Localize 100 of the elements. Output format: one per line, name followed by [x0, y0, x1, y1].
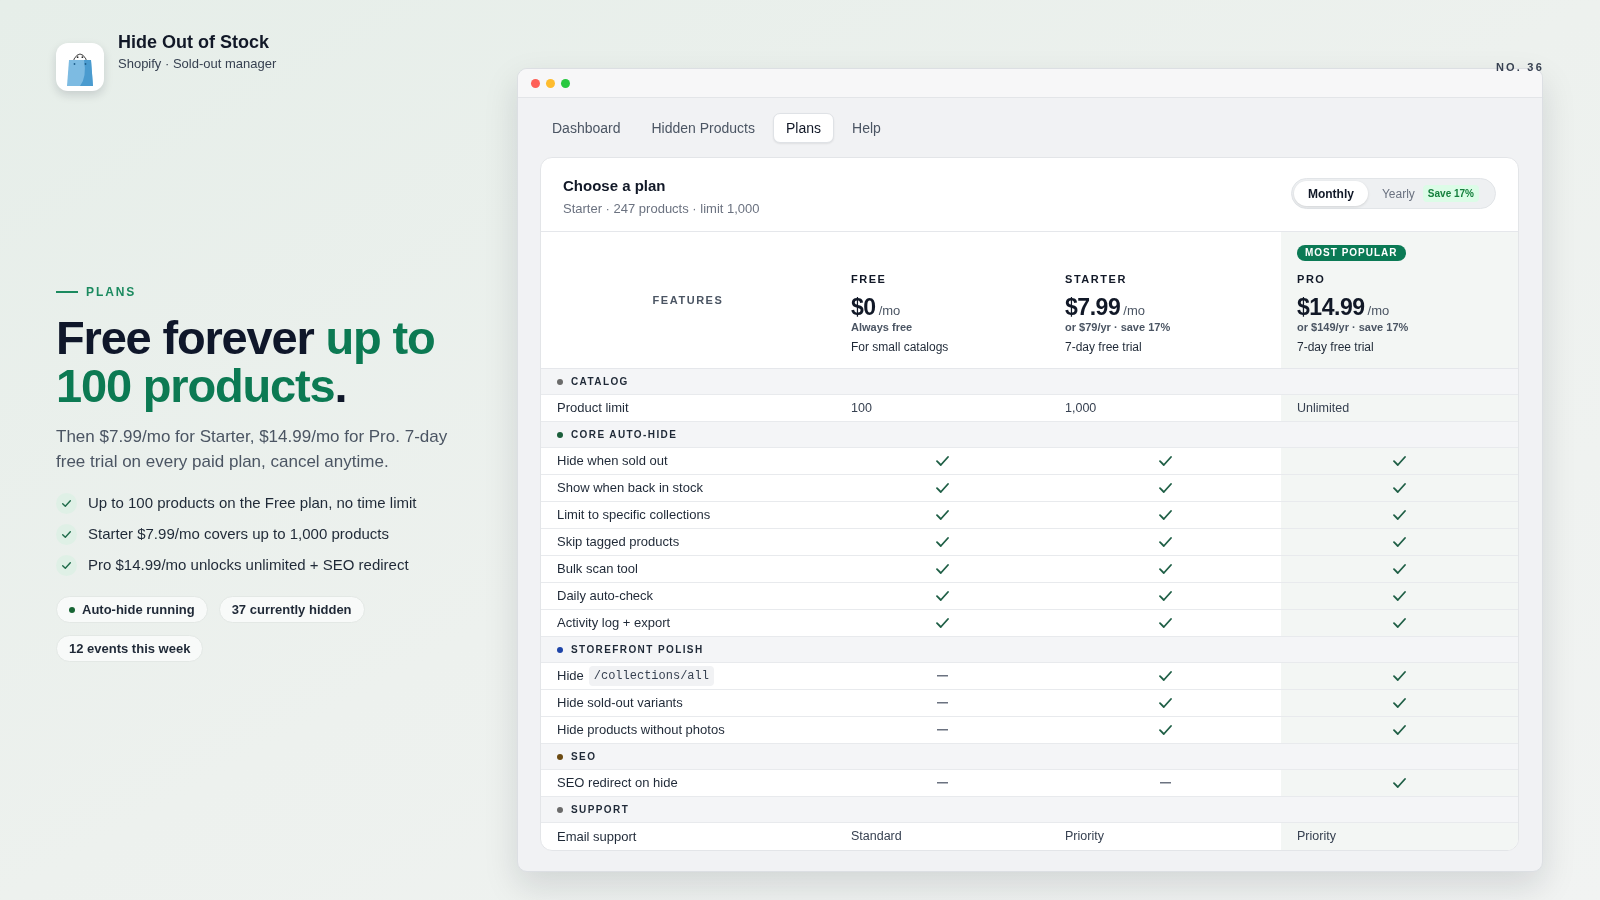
check-icon: [1158, 671, 1172, 681]
tag-text: 12 events this week: [69, 639, 191, 658]
check-icon: [56, 523, 77, 545]
section-heading: STOREFRONT POLISH: [571, 643, 704, 657]
nav-tab[interactable]: Help: [839, 113, 894, 143]
tag-text: 37 currently hidden: [231, 600, 352, 619]
code-snippet: /collections/all: [588, 666, 714, 686]
app-subtitle: Shopify · Sold-out manager: [118, 55, 277, 73]
check-icon: [1393, 537, 1406, 547]
card-subtitle: Starter · 247 products · limit 1,000: [563, 200, 760, 218]
plan-value: Priority: [1065, 828, 1104, 846]
check-icon: [1158, 725, 1172, 735]
dash-icon: [936, 782, 948, 784]
feature-label: Hide products without photos: [557, 721, 725, 740]
check-icon: [1158, 456, 1172, 466]
feature-label: Activity log + export: [557, 614, 671, 633]
check-icon: [1393, 456, 1406, 466]
check-icon: [935, 456, 949, 466]
check-icon: [1158, 483, 1172, 493]
plan-value: Standard: [851, 828, 902, 846]
feature-label: Product limit: [557, 399, 629, 418]
check-icon: [56, 554, 77, 576]
plan-name: PRO: [1297, 272, 1327, 287]
feature-label: Email support: [557, 827, 637, 846]
plan-name: FREE: [851, 272, 888, 287]
bullet-text: Starter $7.99/mo covers up to 1,000 products: [88, 524, 389, 544]
check-icon: [1393, 698, 1406, 708]
save-badge: Save 17%: [1422, 185, 1479, 202]
check-icon: [1158, 510, 1172, 520]
plan-value: 1,000: [1065, 399, 1097, 417]
plan-price: $7.99: [1065, 294, 1121, 320]
nav-tab[interactable]: Hidden Products: [638, 113, 768, 143]
check-icon: [1158, 698, 1172, 708]
plan-value: Priority: [1297, 828, 1336, 846]
billing-option[interactable]: Monthly: [1293, 181, 1368, 206]
feature-label: Hide: [557, 667, 584, 686]
check-icon: [1393, 483, 1406, 493]
bullet-text: Up to 100 products on the Free plan, no time limit: [88, 493, 417, 513]
dash-icon: [936, 729, 948, 731]
check-icon: [1158, 618, 1172, 628]
section-heading: SEO: [571, 750, 597, 764]
plan-price: $14.99: [1297, 294, 1365, 320]
check-icon: [1393, 671, 1406, 681]
plan-note: Always free: [851, 320, 914, 334]
eyebrow-label: PLANS: [86, 284, 137, 300]
features-heading: FEATURES: [652, 292, 724, 308]
feature-label: Daily auto-check: [557, 587, 654, 606]
feature-label: SEO redirect on hide: [557, 774, 678, 793]
section-heading: CATALOG: [571, 375, 629, 389]
plan-tagline: 7-day free trial: [1065, 339, 1143, 355]
plan-tagline: For small catalogs: [851, 339, 950, 355]
feature-label: Skip tagged products: [557, 533, 680, 552]
billing-option[interactable]: Yearly Save 17%: [1367, 181, 1493, 206]
feature-label: Show when back in stock: [557, 479, 703, 498]
plan-price: $0: [851, 294, 876, 320]
feature-label: Bulk scan tool: [557, 560, 638, 579]
check-icon: [1393, 591, 1406, 601]
plan-note: or $149/yr · save 17%: [1297, 320, 1410, 334]
app-title: Hide Out of Stock: [118, 31, 270, 53]
section-heading: SUPPORT: [571, 803, 630, 817]
check-icon: [935, 510, 949, 520]
feature-label: Hide sold-out variants: [557, 694, 683, 713]
check-icon: [1158, 591, 1172, 601]
price-period: /mo: [1367, 302, 1390, 320]
description: Then $7.99/mo for Starter, $14.99/mo for Pro. 7-day free trial on every paid plan, cancel anytime.: [56, 426, 449, 473]
popular-badge: MOST POPULAR: [1297, 245, 1406, 261]
check-icon: [1158, 537, 1172, 547]
check-icon: [1393, 618, 1406, 628]
check-icon: [935, 564, 949, 574]
check-icon: [56, 492, 77, 514]
section-heading: CORE AUTO-HIDE: [571, 428, 678, 442]
plan-value: Unlimited: [1297, 399, 1350, 417]
feature-label: Limit to specific collections: [557, 506, 711, 525]
plan-value: 100: [851, 399, 872, 417]
dash-icon: [1159, 782, 1171, 784]
plan-note: or $79/yr · save 17%: [1065, 320, 1172, 334]
check-icon: [1393, 725, 1406, 735]
bullet-text: Pro $14.99/mo unlocks unlimited + SEO redirect: [88, 555, 409, 575]
check-icon: [935, 483, 949, 493]
issue-number: NO. 36: [1495, 60, 1544, 74]
tag-text: Auto-hide running: [82, 600, 195, 619]
price-period: /mo: [878, 302, 901, 320]
shopping-bag-icon: [56, 43, 104, 91]
check-icon: [1393, 510, 1406, 520]
dash-icon: [936, 675, 948, 677]
price-period: /mo: [1123, 302, 1145, 320]
check-icon: [935, 618, 949, 628]
check-icon: [935, 591, 949, 601]
plan-name: STARTER: [1065, 272, 1128, 287]
headline: Free forever up to 100 products.: [56, 314, 436, 410]
nav-tab[interactable]: Plans: [773, 113, 835, 143]
plan-tagline: 7-day free trial: [1297, 339, 1375, 355]
feature-label: Hide when sold out: [557, 452, 668, 471]
check-icon: [935, 537, 949, 547]
card-title: Choose a plan: [563, 176, 667, 196]
check-icon: [1393, 778, 1406, 788]
check-icon: [1393, 564, 1406, 574]
nav-tab[interactable]: Dashboard: [539, 113, 634, 143]
dash-icon: [936, 702, 948, 704]
check-icon: [1158, 564, 1172, 574]
